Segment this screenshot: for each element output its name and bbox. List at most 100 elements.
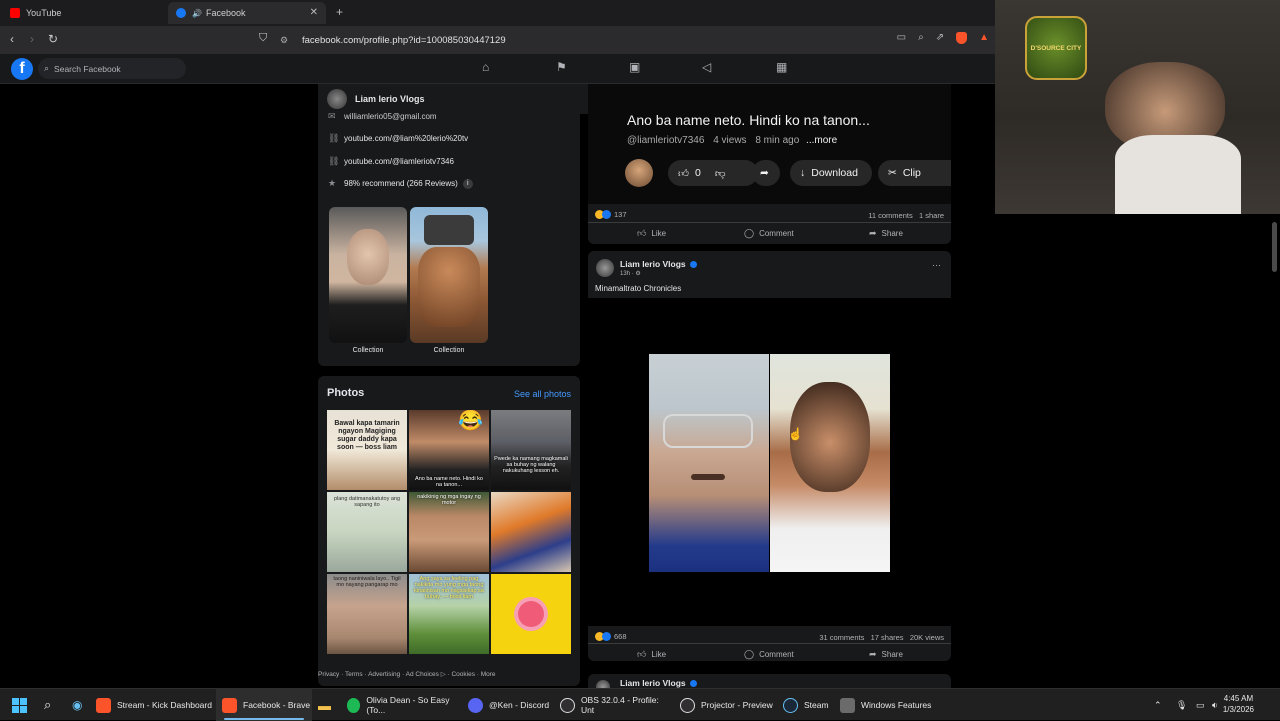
comment-button[interactable]: ◯ Comment bbox=[744, 228, 794, 239]
photo-thumbnail[interactable]: Pwede ka namang magkamali sa buhay ng wa… bbox=[491, 410, 571, 490]
thumbs-down-icon[interactable]: 👎︎ bbox=[715, 167, 726, 180]
photo-thumbnail[interactable] bbox=[491, 492, 571, 572]
link-text[interactable]: youtube.com/@liamleriotv7346 bbox=[344, 157, 454, 166]
new-tab-button[interactable]: + bbox=[336, 5, 343, 19]
share-icon[interactable]: ⇗ bbox=[936, 32, 944, 44]
author-name[interactable]: Liam lerio Vlogs bbox=[620, 678, 686, 688]
photo-caption: Ang saya sa feeling pag nakikita mo yung… bbox=[414, 576, 484, 600]
channel-avatar[interactable] bbox=[625, 159, 653, 187]
taskbar-item-projector[interactable]: Projector - Preview bbox=[680, 689, 774, 721]
cast-icon[interactable]: ▭ bbox=[897, 32, 906, 44]
share-button[interactable]: ➦ bbox=[752, 160, 780, 186]
collection-label[interactable]: Collection bbox=[329, 347, 407, 354]
photo-thumbnail[interactable]: nakikinig ng mga ingay ng motor bbox=[409, 492, 489, 572]
steam-pinned-icon[interactable]: ◉ bbox=[72, 689, 82, 721]
more-link[interactable]: ...more bbox=[806, 135, 837, 146]
pages-flag-icon[interactable]: ⚑ bbox=[556, 60, 567, 74]
taskbar-item-steam[interactable]: Steam bbox=[783, 689, 833, 721]
reload-icon[interactable]: ↻ bbox=[48, 32, 58, 46]
share-count[interactable]: 17 shares bbox=[871, 633, 904, 642]
brave-shield-icon[interactable] bbox=[956, 32, 968, 44]
taskbar-item-facebook[interactable]: Facebook - Brave bbox=[216, 689, 312, 721]
video-title[interactable]: Ano ba name neto. Hindi ko na tanon... bbox=[627, 112, 870, 128]
search-input[interactable]: ⌕ Search Facebook bbox=[38, 58, 186, 79]
taskbar-item-spotify[interactable]: Olivia Dean - So Easy (To... bbox=[347, 689, 459, 721]
taskbar-item-kick[interactable]: Stream - Kick Dashboard bbox=[96, 689, 212, 721]
link-text[interactable]: youtube.com/@liam%20lerio%20tv bbox=[344, 134, 468, 143]
like-button[interactable]: 👍︎ Like bbox=[637, 228, 666, 239]
avatar[interactable] bbox=[327, 89, 347, 109]
intro-link-2[interactable]: ⛓ youtube.com/@liamleriotv7346 bbox=[328, 156, 454, 167]
comment-count[interactable]: 11 comments bbox=[868, 211, 912, 220]
post-author[interactable]: Liam lerio Vlogs bbox=[620, 678, 697, 688]
page-scrollbar[interactable] bbox=[1272, 222, 1277, 272]
recommend-text: 98% recommend (266 Reviews) bbox=[344, 179, 458, 188]
collection-thumbnail[interactable] bbox=[329, 207, 407, 343]
forward-icon[interactable]: › bbox=[30, 32, 34, 46]
photo-thumbnail[interactable] bbox=[491, 574, 571, 654]
channel-handle[interactable]: @liamleriotv7346 bbox=[627, 135, 704, 146]
comment-count[interactable]: 31 comments bbox=[819, 633, 864, 642]
photo-thumbnail[interactable]: Ang saya sa feeling pag nakikita mo yung… bbox=[409, 574, 489, 654]
site-settings-icon[interactable]: ⚙ bbox=[280, 35, 290, 45]
video-player[interactable]: ☝ bbox=[588, 298, 951, 626]
facebook-logo-icon[interactable]: f bbox=[11, 58, 33, 80]
facebook-footer-links[interactable]: Privacy · Terms · Advertising · Ad Choic… bbox=[318, 670, 496, 678]
brave-rewards-icon[interactable]: ▲ bbox=[979, 32, 989, 44]
email-icon: ✉ bbox=[328, 111, 336, 121]
file-explorer-icon[interactable]: ▬ bbox=[318, 689, 331, 721]
photo-thumbnail[interactable]: 😂 Ano ba name neto. Hindi ko na tanon... bbox=[409, 410, 489, 490]
like-reaction-icon bbox=[602, 210, 611, 219]
engagement-stats[interactable]: 31 comments 17 shares 20K views bbox=[819, 633, 944, 642]
marketplace-icon[interactable]: ▦ bbox=[776, 60, 787, 74]
home-icon[interactable]: ⌂ bbox=[482, 60, 489, 74]
youtube-embed[interactable]: Ano ba name neto. Hindi ko na tanon... @… bbox=[588, 84, 951, 204]
author-name[interactable]: Liam lerio Vlogs bbox=[620, 259, 686, 269]
tab-facebook[interactable]: 🔊 Facebook ✕ bbox=[168, 2, 326, 24]
intro-link-1[interactable]: ⛓ youtube.com/@liam%20lerio%20tv bbox=[328, 133, 468, 144]
reaction-summary[interactable]: 668 bbox=[595, 632, 627, 641]
laughing-emoji-icon: 😂 bbox=[458, 410, 483, 432]
post-time[interactable]: 13h · ⚙ bbox=[620, 270, 641, 277]
post-author[interactable]: Liam lerio Vlogs bbox=[620, 259, 697, 269]
bookmark-icon[interactable]: ⛉ bbox=[259, 32, 267, 45]
taskbar-item-windows-features[interactable]: Windows Features bbox=[840, 689, 932, 721]
photo-thumbnail[interactable]: Bawal kapa tamarin ngayon Magiging sugar… bbox=[327, 410, 407, 490]
ads-megaphone-icon[interactable]: ◁ bbox=[702, 60, 711, 74]
reaction-summary[interactable]: 137 bbox=[595, 210, 627, 219]
clip-button[interactable]: ✂ Clip bbox=[878, 160, 951, 186]
photo-thumbnail[interactable]: taong naniniwala layo.. Tigil mo nayang … bbox=[327, 574, 407, 654]
video-icon[interactable]: ▣ bbox=[629, 60, 640, 74]
thumbs-up-icon[interactable]: 👍︎ bbox=[678, 167, 689, 180]
photo-thumbnail[interactable]: plang datimanakatutoy ang sapang ito bbox=[327, 492, 407, 572]
taskbar-item-discord[interactable]: @Ken - Discord bbox=[468, 689, 554, 721]
share-count[interactable]: 1 share bbox=[919, 211, 944, 220]
avatar[interactable] bbox=[596, 680, 610, 688]
collection-thumbnail[interactable] bbox=[410, 207, 488, 343]
taskbar-item-obs[interactable]: OBS 32.0.4 - Profile: Unt bbox=[560, 689, 674, 721]
profile-name[interactable]: Liam lerio Vlogs bbox=[355, 94, 425, 104]
address-bar[interactable]: ⚙ facebook.com/profile.php?id=1000850304… bbox=[280, 30, 880, 50]
back-icon[interactable]: ‹ bbox=[10, 32, 14, 46]
tab-youtube[interactable]: YouTube bbox=[2, 2, 167, 24]
post-options-icon[interactable]: ··· bbox=[932, 260, 941, 270]
search-icon[interactable]: ⌕ bbox=[44, 689, 51, 721]
start-button[interactable] bbox=[12, 689, 27, 721]
engagement-stats[interactable]: 11 comments 1 share bbox=[868, 211, 944, 220]
microphone-icon[interactable]: 🎙︎ bbox=[1176, 689, 1187, 721]
info-icon[interactable]: i bbox=[462, 178, 473, 189]
like-button[interactable]: 👍︎ Like bbox=[637, 649, 666, 660]
volume-icon[interactable]: 🔉︎ bbox=[1212, 689, 1218, 721]
see-all-photos-link[interactable]: See all photos bbox=[514, 389, 571, 399]
collection-label[interactable]: Collection bbox=[410, 347, 488, 354]
download-button[interactable]: ↓ Download bbox=[790, 160, 872, 186]
share-button[interactable]: ➦ Share bbox=[869, 649, 903, 660]
zoom-icon[interactable]: ⌕ bbox=[918, 32, 924, 44]
chevron-up-icon[interactable]: ⌃ bbox=[1154, 689, 1162, 721]
system-clock[interactable]: 4:45 AM 1/3/2026 bbox=[1223, 693, 1254, 715]
network-icon[interactable]: ▭ bbox=[1196, 689, 1205, 721]
avatar[interactable] bbox=[596, 259, 614, 277]
close-tab-icon[interactable]: ✕ bbox=[310, 7, 318, 18]
comment-button[interactable]: ◯ Comment bbox=[744, 649, 794, 660]
share-button[interactable]: ➦ Share bbox=[869, 228, 903, 239]
